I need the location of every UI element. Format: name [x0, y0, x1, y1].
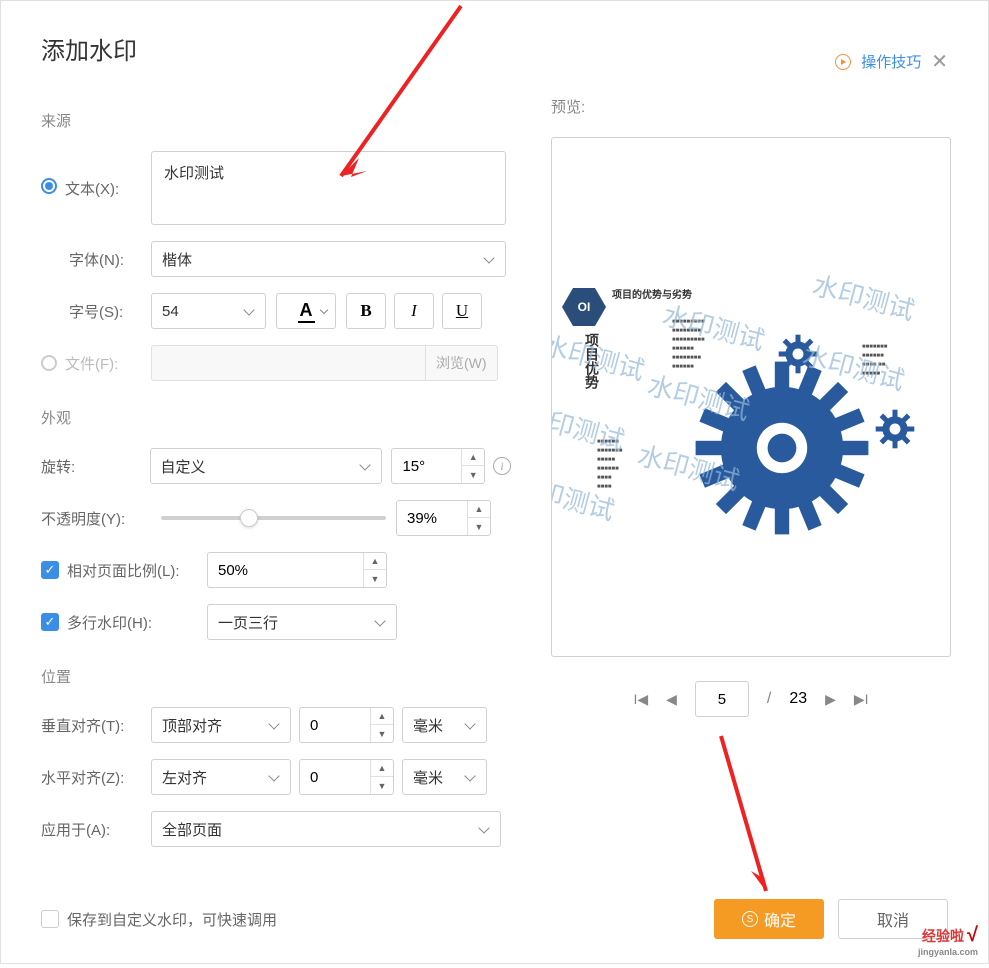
- italic-button[interactable]: I: [394, 293, 434, 329]
- multiline-checkbox[interactable]: [41, 613, 59, 631]
- font-select[interactable]: 楷体: [151, 241, 506, 277]
- next-page-icon[interactable]: ▶: [825, 691, 836, 708]
- site-watermark: 经验啦 √ jingyanla.com: [918, 924, 978, 957]
- info-icon[interactable]: i: [493, 457, 511, 475]
- dialog-footer: 保存到自定义水印，可快速调用 S 确定 取消: [41, 899, 948, 939]
- text-radio-row: 文本(X):: [41, 178, 151, 199]
- file-radio[interactable]: [41, 355, 57, 371]
- font-label: 字体(N):: [41, 249, 151, 270]
- rotate-mode-select[interactable]: 自定义: [150, 448, 382, 484]
- scale-checkbox[interactable]: [41, 561, 59, 579]
- preview-pager: I◀ ◀ / 23 ▶ ▶I: [551, 681, 951, 717]
- text-radio-label: 文本(X):: [65, 178, 119, 199]
- watermark-dialog: 添加水印 操作技巧 ✕ 来源 文本(X): 字体(N): 楷体 字号(S): 5…: [0, 0, 989, 964]
- save-custom-checkbox[interactable]: [41, 910, 59, 928]
- slider-thumb[interactable]: [240, 509, 258, 527]
- file-path-input: [151, 345, 426, 381]
- prev-page-icon[interactable]: ◀: [666, 691, 677, 708]
- watermark-sample: 水印测试: [551, 395, 629, 458]
- scale-label: 相对页面比例(L):: [67, 560, 207, 581]
- valign-label: 垂直对齐(T):: [41, 715, 151, 736]
- last-page-icon[interactable]: ▶I: [854, 691, 869, 708]
- halign-label: 水平对齐(Z):: [41, 767, 151, 788]
- chevron-down-icon[interactable]: ▼: [371, 777, 393, 794]
- opacity-slider[interactable]: [161, 516, 386, 520]
- rotate-degree-spinner[interactable]: 15° ▲▼: [391, 448, 485, 484]
- rotate-label: 旋转:: [41, 456, 150, 477]
- halign-offset-spinner[interactable]: 0 ▲▼: [299, 759, 394, 795]
- halign-unit-select[interactable]: 毫米: [402, 759, 487, 795]
- settings-panel: 来源 文本(X): 字体(N): 楷体 字号(S): 54 A B: [41, 96, 511, 863]
- preview-box: OI 项目的优势与劣势 项目优势 ■■■■■■■■■■■■■■■■■■■■■■■…: [551, 137, 951, 657]
- chevron-up-icon[interactable]: ▲: [364, 553, 386, 570]
- valign-select[interactable]: 顶部对齐: [151, 707, 291, 743]
- ok-icon: S: [742, 911, 758, 927]
- close-icon[interactable]: ✕: [931, 49, 948, 74]
- bold-button[interactable]: B: [346, 293, 386, 329]
- chevron-up-icon[interactable]: ▲: [371, 760, 393, 777]
- file-radio-label: 文件(F):: [65, 353, 118, 374]
- gear-icon: [874, 408, 916, 450]
- chevron-up-icon[interactable]: ▲: [371, 708, 393, 725]
- watermark-sample: 水印测试: [809, 265, 919, 328]
- tips-link[interactable]: 操作技巧: [861, 51, 921, 72]
- first-page-icon[interactable]: I◀: [633, 691, 648, 708]
- multiline-label: 多行水印(H):: [67, 612, 207, 633]
- source-section-label: 来源: [41, 110, 511, 131]
- chevron-down-icon[interactable]: ▼: [462, 466, 484, 483]
- text-radio[interactable]: [41, 178, 57, 194]
- preview-label: 预览:: [551, 96, 951, 117]
- chevron-up-icon[interactable]: ▲: [468, 501, 490, 518]
- size-label: 字号(S):: [41, 301, 151, 322]
- underline-button[interactable]: U: [442, 293, 482, 329]
- page-slash: /: [767, 690, 771, 708]
- valign-unit-select[interactable]: 毫米: [402, 707, 487, 743]
- applyto-label: 应用于(A):: [41, 819, 151, 840]
- applyto-select[interactable]: 全部页面: [151, 811, 501, 847]
- watermark-text-input[interactable]: [151, 151, 506, 225]
- play-icon: [835, 54, 851, 70]
- font-color-button[interactable]: A: [276, 293, 336, 329]
- chevron-down-icon[interactable]: ▼: [371, 725, 393, 742]
- chevron-up-icon[interactable]: ▲: [462, 449, 484, 466]
- file-radio-row: 文件(F):: [41, 353, 151, 374]
- scale-spinner[interactable]: 50% ▲▼: [207, 552, 387, 588]
- opacity-spinner[interactable]: 39% ▲▼: [396, 500, 491, 536]
- valign-offset-spinner[interactable]: 0 ▲▼: [299, 707, 394, 743]
- multiline-select[interactable]: 一页三行: [207, 604, 397, 640]
- opacity-label: 不透明度(Y):: [41, 508, 151, 529]
- page-number-input[interactable]: [695, 681, 749, 717]
- preview-panel: 预览: OI 项目的优势与劣势 项目优势 ■■■■■■■■■■■■■■■■■■■…: [551, 96, 951, 863]
- appearance-section-label: 外观: [41, 407, 511, 428]
- chevron-down-icon[interactable]: ▼: [364, 570, 386, 587]
- hex-badge: OI: [562, 288, 606, 326]
- dialog-title: 添加水印: [41, 31, 948, 66]
- ok-button[interactable]: S 确定: [714, 899, 824, 939]
- halign-select[interactable]: 左对齐: [151, 759, 291, 795]
- chevron-down-icon[interactable]: ▼: [468, 518, 490, 535]
- browse-button: 浏览(W): [426, 345, 498, 381]
- save-custom-label: 保存到自定义水印，可快速调用: [67, 909, 277, 930]
- total-pages: 23: [789, 690, 807, 708]
- size-select[interactable]: 54: [151, 293, 266, 329]
- header-actions: 操作技巧 ✕: [835, 49, 948, 74]
- position-section-label: 位置: [41, 666, 511, 687]
